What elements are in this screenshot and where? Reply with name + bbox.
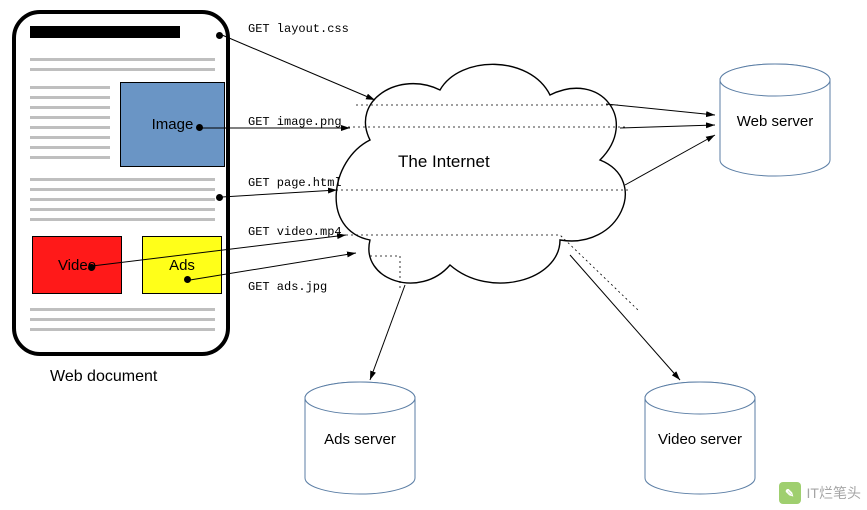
- image-resource: Image: [120, 82, 225, 167]
- request-label-image: GET image.png: [248, 115, 342, 129]
- cloud-icon: [336, 64, 625, 283]
- text-line: [30, 68, 215, 71]
- video-resource: Video: [32, 236, 122, 294]
- text-line: [30, 58, 215, 61]
- request-label-page: GET page.html: [248, 176, 342, 190]
- watermark: ✎ IT烂笔头: [779, 482, 861, 504]
- origin-dot-image: [196, 124, 203, 131]
- text-line: [30, 136, 110, 139]
- request-label-ads: GET ads.jpg: [248, 280, 327, 294]
- watermark-text: IT烂笔头: [807, 483, 861, 503]
- text-line: [30, 188, 215, 191]
- text-line: [30, 308, 215, 311]
- text-line: [30, 96, 110, 99]
- text-line: [30, 198, 215, 201]
- ads-resource: Ads: [142, 236, 222, 294]
- video-server-icon: [645, 382, 755, 494]
- text-line: [30, 328, 215, 331]
- header-bar: [30, 26, 180, 38]
- text-line: [30, 156, 110, 159]
- web-document-caption: Web document: [50, 368, 157, 386]
- ads-server-label: Ads server: [324, 431, 396, 448]
- origin-dot-page: [216, 194, 223, 201]
- cloud-label: The Internet: [398, 152, 490, 172]
- text-line: [30, 146, 110, 149]
- text-line: [30, 318, 215, 321]
- wechat-icon: ✎: [779, 482, 801, 504]
- origin-dot-video: [88, 264, 95, 271]
- text-line: [30, 218, 215, 221]
- origin-dot-ads: [184, 276, 191, 283]
- text-line: [30, 208, 215, 211]
- web-server-icon: [720, 64, 830, 176]
- request-label-css: GET layout.css: [248, 22, 349, 36]
- request-label-video: GET video.mp4: [248, 225, 342, 239]
- web-server-label: Web server: [737, 113, 813, 130]
- ads-label: Ads: [169, 257, 195, 274]
- text-line: [30, 86, 110, 89]
- text-line: [30, 126, 110, 129]
- ads-server-icon: [305, 382, 415, 494]
- origin-dot-css: [216, 32, 223, 39]
- web-document-frame: Image Video Ads: [12, 10, 230, 356]
- video-server-label: Video server: [658, 431, 742, 448]
- image-label: Image: [152, 116, 194, 133]
- text-line: [30, 106, 110, 109]
- text-line: [30, 178, 215, 181]
- text-line: [30, 116, 110, 119]
